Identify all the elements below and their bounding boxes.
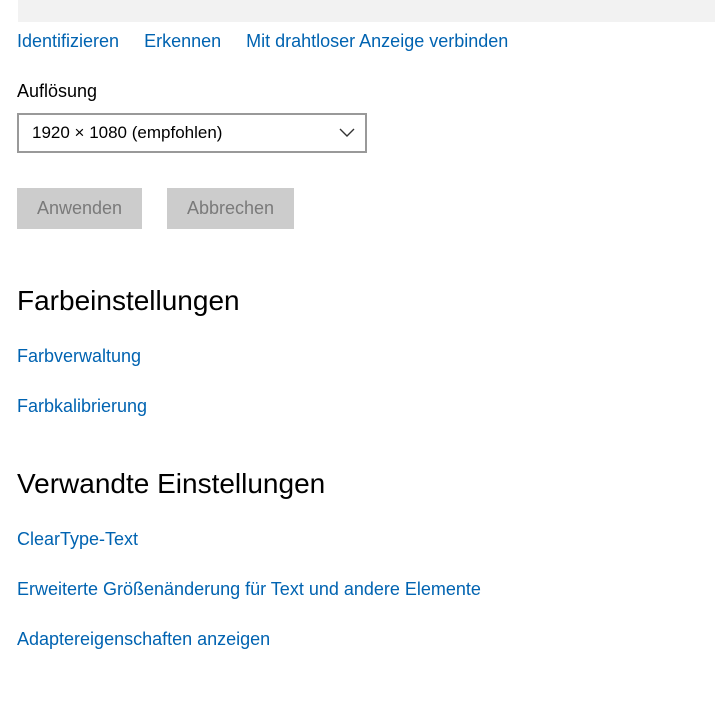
resolution-selected-value: 1920 × 1080 (empfohlen) xyxy=(32,123,223,142)
cleartype-text-link[interactable]: ClearType-Text xyxy=(17,529,138,550)
color-management-link[interactable]: Farbverwaltung xyxy=(17,346,141,367)
color-settings-heading: Farbeinstellungen xyxy=(17,285,240,316)
display-preview-area[interactable] xyxy=(18,0,715,22)
apply-button[interactable]: Anwenden xyxy=(17,188,142,229)
display-actions: Identifizieren Erkennen Mit drahtloser A… xyxy=(17,31,508,52)
adapter-properties-link[interactable]: Adaptereigenschaften anzeigen xyxy=(17,629,270,650)
detect-link[interactable]: Erkennen xyxy=(144,31,221,52)
color-calibration-link[interactable]: Farbkalibrierung xyxy=(17,396,147,417)
resolution-label: Auflösung xyxy=(17,81,98,101)
identify-link[interactable]: Identifizieren xyxy=(17,31,119,52)
cancel-button[interactable]: Abbrechen xyxy=(167,188,294,229)
chevron-down-icon xyxy=(339,128,355,137)
resolution-dropdown[interactable]: 1920 × 1080 (empfohlen) xyxy=(17,113,367,153)
related-settings-heading: Verwandte Einstellungen xyxy=(17,468,326,499)
display-settings-page: Identifizieren Erkennen Mit drahtloser A… xyxy=(0,0,715,707)
connect-wireless-display-link[interactable]: Mit drahtloser Anzeige verbinden xyxy=(246,31,508,52)
advanced-sizing-link[interactable]: Erweiterte Größenänderung für Text und a… xyxy=(17,579,481,600)
